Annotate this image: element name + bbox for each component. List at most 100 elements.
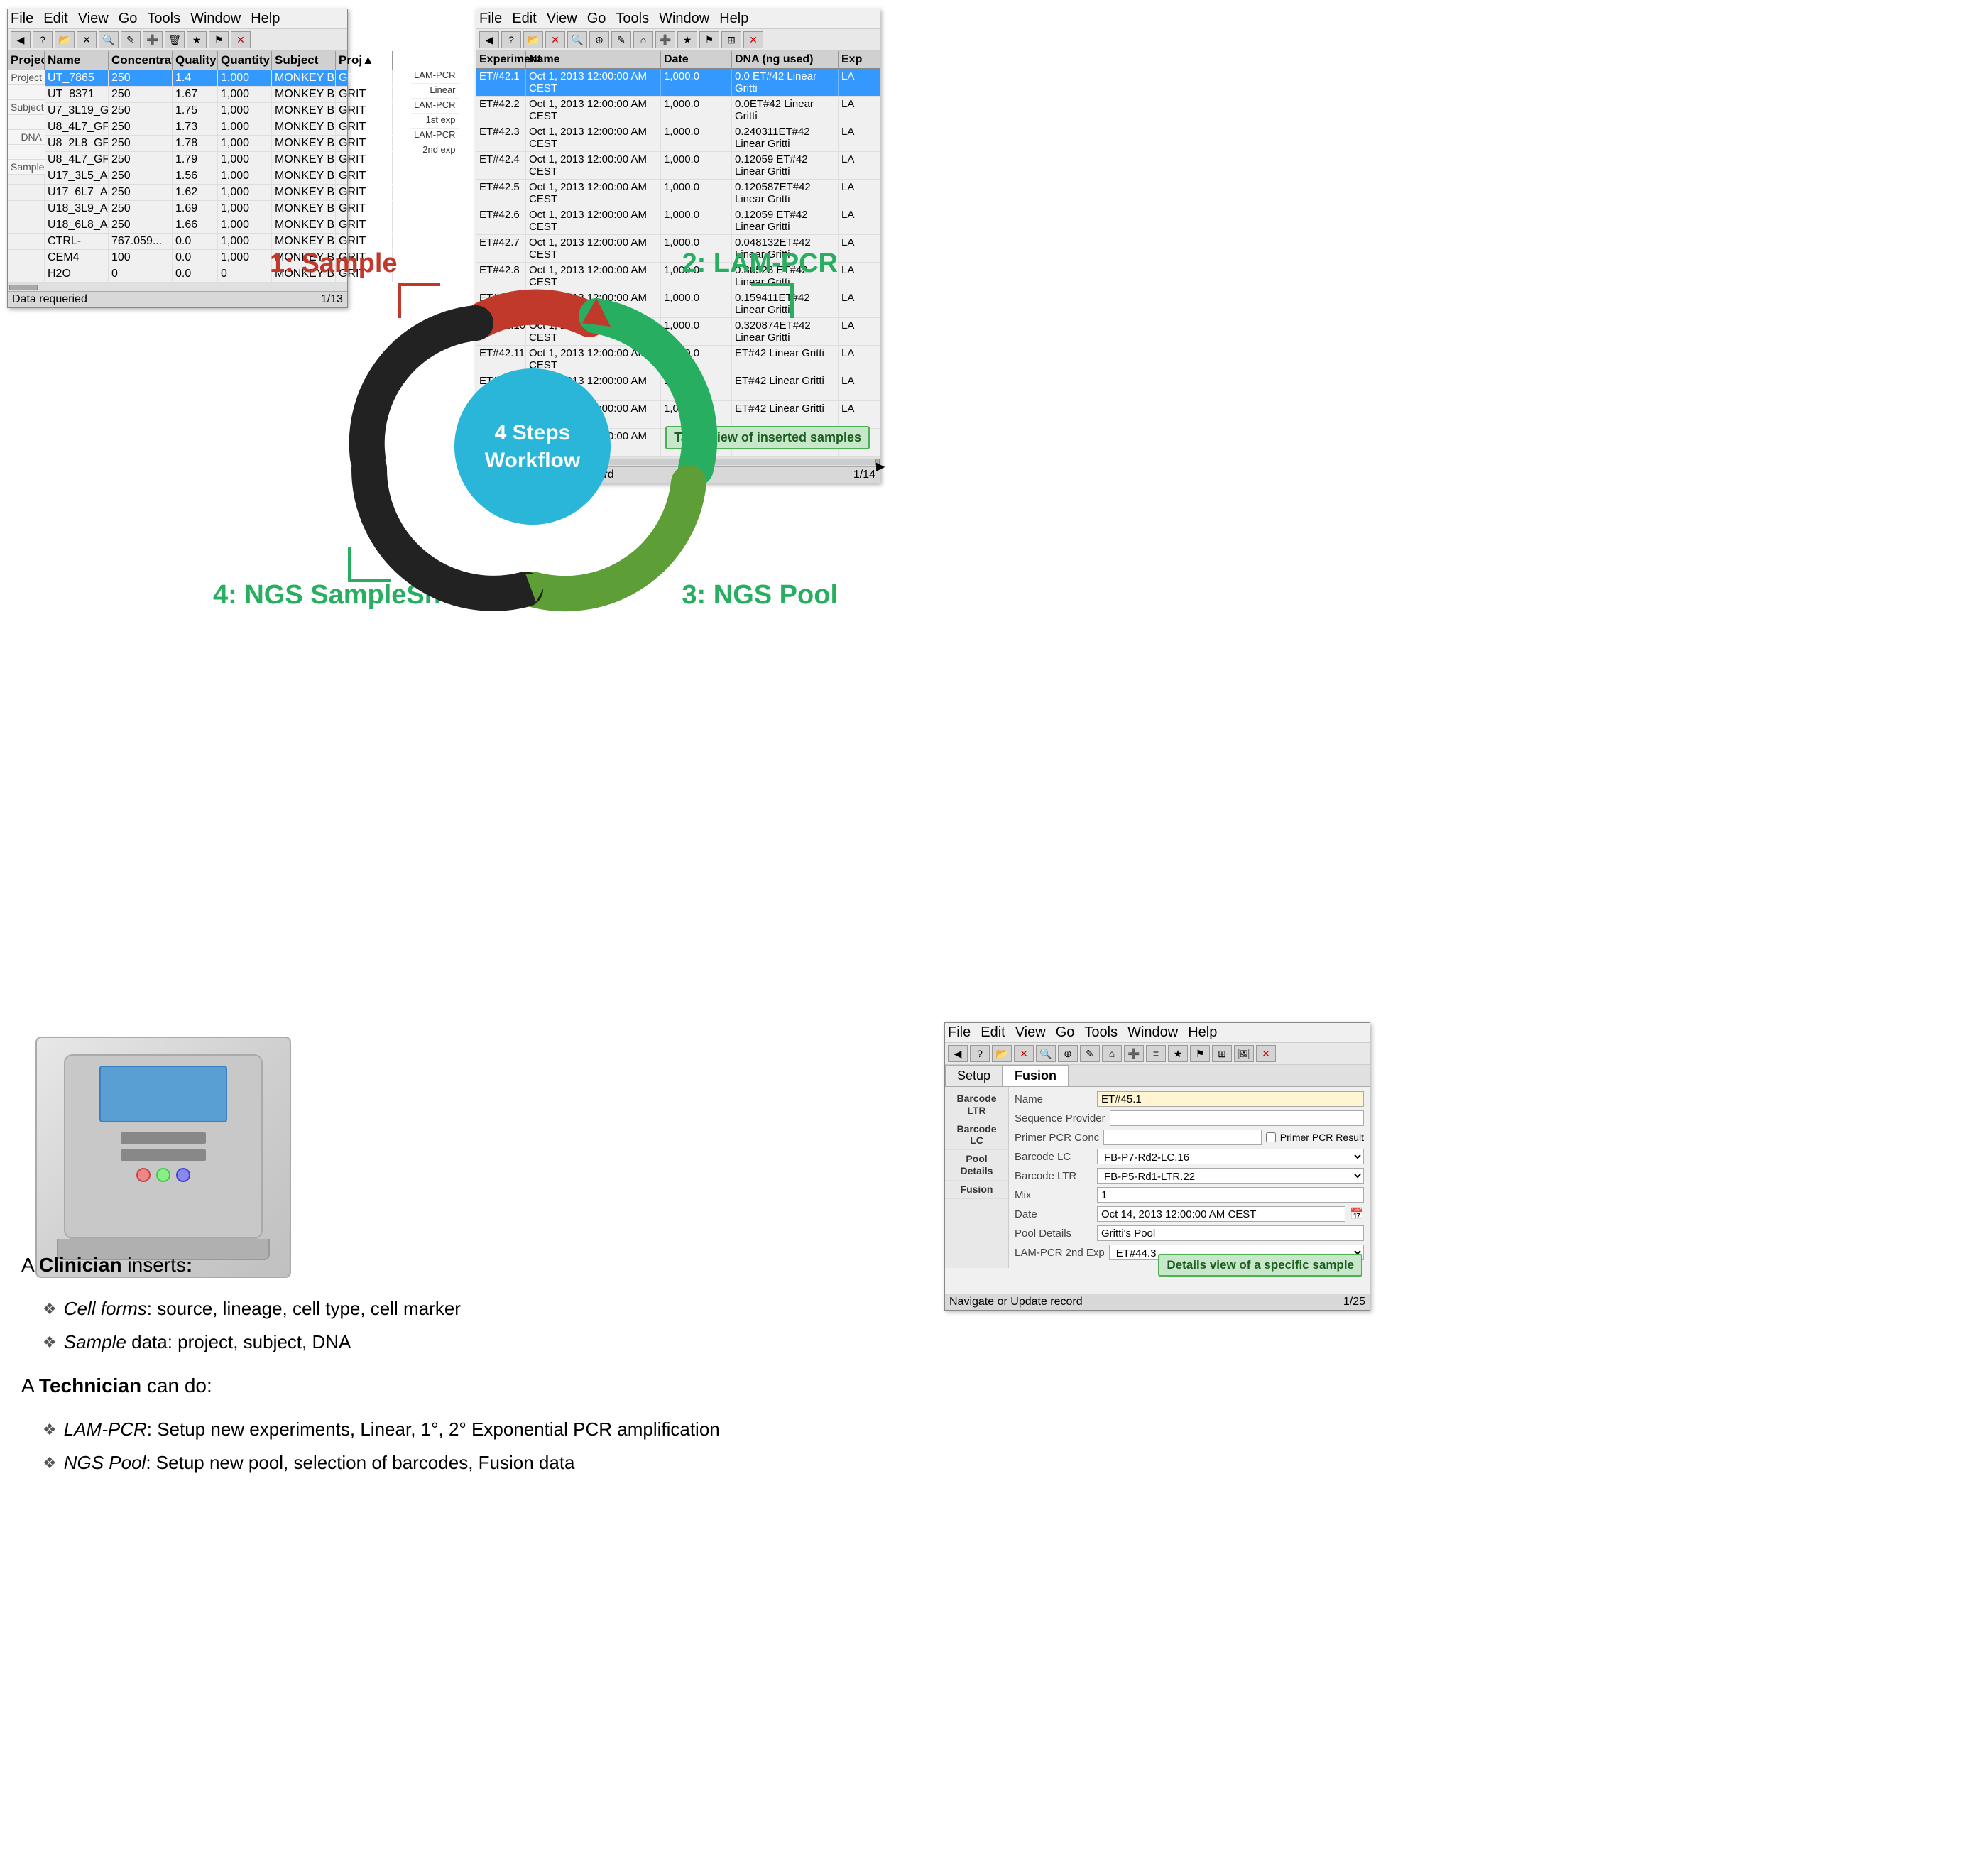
star-btn[interactable]: ★ — [187, 31, 207, 48]
menu-go-br[interactable]: Go — [1056, 1024, 1075, 1041]
table-row-tr[interactable]: ET#42.3 Oct 1, 2013 12:00:00 AM CEST 1,0… — [476, 124, 880, 152]
input-seq-provider[interactable] — [1110, 1110, 1364, 1126]
delete-btn[interactable]: 🗑 — [165, 31, 185, 48]
open-btn[interactable]: 📂 — [55, 31, 75, 48]
table-row-tr[interactable]: ET#42.1 Oct 1, 2013 12:00:00 AM CEST 1,0… — [476, 69, 880, 97]
menu-help-br[interactable]: Help — [1188, 1024, 1217, 1041]
search-btn-br[interactable]: 🔍 — [1036, 1045, 1056, 1062]
table-row-tr[interactable]: ET#42.2 Oct 1, 2013 12:00:00 AM CEST 1,0… — [476, 97, 880, 124]
search-btn-tr[interactable]: 🔍 — [567, 31, 587, 48]
input-primer-pcr-conc[interactable] — [1103, 1130, 1262, 1145]
edit-btn[interactable]: ✎ — [121, 31, 141, 48]
add-btn[interactable]: ➕ — [143, 31, 163, 48]
close2-btn-tr[interactable]: ✕ — [743, 31, 763, 48]
menu-go[interactable]: Go — [119, 11, 138, 27]
table-row[interactable]: U18_3L9_ARSA 250 1.69 1,000 MONKEY BRAIN… — [8, 201, 347, 217]
close2-btn-br[interactable]: ✕ — [1256, 1045, 1276, 1062]
menu-tools-br[interactable]: Tools — [1084, 1024, 1118, 1041]
edit-btn-br[interactable]: ✎ — [1080, 1045, 1100, 1062]
add-btn-br[interactable]: ➕ — [1124, 1045, 1144, 1062]
checkbox-primer-pcr-result[interactable] — [1266, 1132, 1276, 1142]
help-btn[interactable]: ? — [33, 31, 53, 48]
layout-btn-tr[interactable]: ⊞ — [721, 31, 741, 48]
form-row-primer-pcr-conc: Primer PCR Conc Primer PCR Result — [1015, 1130, 1364, 1145]
table-row[interactable]: U18_6L8_ARSA 250 1.66 1,000 MONKEY BRAIN… — [8, 217, 347, 234]
home-btn-tr[interactable]: ⌂ — [633, 31, 653, 48]
exp-label-2nd: 2nd exp — [411, 143, 459, 158]
layout-btn-br[interactable]: ⊞ — [1212, 1045, 1232, 1062]
cell-proj2: GRIT — [336, 201, 393, 217]
calendar-icon[interactable]: 📅 — [1350, 1207, 1364, 1221]
open-btn-tr[interactable]: 📂 — [523, 31, 543, 48]
menu-window-tr[interactable]: Window — [659, 11, 709, 27]
table-row-tr[interactable]: ET#42.4 Oct 1, 2013 12:00:00 AM CEST 1,0… — [476, 152, 880, 180]
menu-tools-tr[interactable]: Tools — [616, 11, 649, 27]
flag-btn-br[interactable]: ⚑ — [1190, 1045, 1210, 1062]
close-btn-br[interactable]: ✕ — [1014, 1045, 1034, 1062]
help-btn-br[interactable]: ? — [970, 1045, 990, 1062]
menu-file-br[interactable]: File — [948, 1024, 971, 1041]
input-date[interactable] — [1097, 1206, 1345, 1222]
save-btn[interactable]: ✕ — [77, 31, 97, 48]
open-btn-br[interactable]: 📂 — [992, 1045, 1012, 1062]
rl-sample: Sample — [8, 160, 45, 175]
menu-view[interactable]: View — [78, 11, 109, 27]
table-row-tr[interactable]: ET#42.5 Oct 1, 2013 12:00:00 AM CEST 1,0… — [476, 180, 880, 207]
help-btn-tr[interactable]: ? — [501, 31, 521, 48]
table-row[interactable]: U8_4L7_GFP 250 1.73 1,000 MONKEY BRAIN L… — [8, 119, 347, 136]
menu-window[interactable]: Window — [190, 11, 241, 27]
menu-tools[interactable]: Tools — [147, 11, 180, 27]
table-row[interactable]: UT_7865 250 1.4 1,000 MONKEY BRAIN LV TR… — [8, 70, 347, 87]
cell-subj: MONKEY BRAIN LV TREATED 1... — [272, 217, 336, 233]
cell-barcode: 0.12059 ET#42 Linear Gritti — [732, 207, 839, 234]
table-row[interactable]: U17_6L7_ARSA 250 1.62 1,000 MONKEY BRAIN… — [8, 185, 347, 201]
zoom-btn-br[interactable]: ⊕ — [1058, 1045, 1078, 1062]
table-header-tr: Experiment Name Date DNA (ng used) Exp — [476, 51, 880, 69]
menu-go-tr[interactable]: Go — [587, 11, 606, 27]
nav-back-btn[interactable]: ◀ — [11, 31, 31, 48]
h-scrollbar-right-btn[interactable]: ▶ — [875, 459, 880, 466]
table-row[interactable]: U8_4L7_GFP 250 1.79 1,000 MONKEY BRAIN L… — [8, 152, 347, 168]
col-subject: Subject — [272, 51, 336, 70]
star-btn-br[interactable]: ★ — [1168, 1045, 1188, 1062]
input-name[interactable] — [1097, 1091, 1364, 1107]
table-row[interactable]: U17_3L5_ARSA 250 1.56 1,000 MONKEY BRAIN… — [8, 168, 347, 185]
input-pool-details[interactable] — [1097, 1225, 1364, 1241]
close-btn-tr[interactable]: ✕ — [545, 31, 565, 48]
menu-view-br[interactable]: View — [1015, 1024, 1046, 1041]
h-scrollbar-thumb-tl[interactable] — [9, 285, 38, 290]
flag-btn[interactable]: ⚑ — [209, 31, 229, 48]
tab-setup[interactable]: Setup — [945, 1065, 1003, 1086]
nav-back-btn-tr[interactable]: ◀ — [479, 31, 499, 48]
menu-file[interactable]: File — [11, 11, 33, 27]
star-btn-tr[interactable]: ★ — [677, 31, 697, 48]
table-row[interactable]: U8_2L8_GFP 250 1.78 1,000 MONKEY BRAIN L… — [8, 136, 347, 152]
img-btn-br[interactable]: 🖼 — [1234, 1045, 1254, 1062]
table-row[interactable]: U7_3L19_GFP 250 1.75 1,000 MONKEY BRAIN … — [8, 103, 347, 119]
menu-window-br[interactable]: Window — [1127, 1024, 1178, 1041]
input-mix[interactable] — [1097, 1187, 1364, 1203]
menu-help[interactable]: Help — [251, 11, 280, 27]
menu-edit-br[interactable]: Edit — [981, 1024, 1005, 1041]
search-btn[interactable]: 🔍 — [99, 31, 119, 48]
menu-help-tr[interactable]: Help — [719, 11, 748, 27]
menu-file-tr[interactable]: File — [479, 11, 502, 27]
list-btn-br[interactable]: ≡ — [1146, 1045, 1166, 1062]
tab-fusion[interactable]: Fusion — [1003, 1065, 1069, 1086]
select-barcode-lc[interactable]: FB-P7-Rd2-LC.16 — [1097, 1149, 1364, 1164]
close-btn[interactable]: ✕ — [231, 31, 251, 48]
menu-view-tr[interactable]: View — [547, 11, 577, 27]
zoom-btn-tr[interactable]: ⊕ — [589, 31, 609, 48]
back-btn-br[interactable]: ◀ — [948, 1045, 968, 1062]
menu-edit[interactable]: Edit — [43, 11, 67, 27]
home-btn-br[interactable]: ⌂ — [1102, 1045, 1122, 1062]
flag-btn-tr[interactable]: ⚑ — [699, 31, 719, 48]
menu-edit-tr[interactable]: Edit — [512, 11, 536, 27]
status-left-br: Navigate or Update record — [949, 1296, 1083, 1308]
add-btn-tr[interactable]: ➕ — [655, 31, 675, 48]
table-row-tr[interactable]: ET#42.6 Oct 1, 2013 12:00:00 AM CEST 1,0… — [476, 207, 880, 235]
table-row[interactable]: UT_8371 250 1.67 1,000 MONKEY BRAIN LV T… — [8, 87, 347, 103]
cell-name-tr: Oct 1, 2013 12:00:00 AM CEST — [526, 124, 661, 151]
edit-btn-tr[interactable]: ✎ — [611, 31, 631, 48]
select-barcode-ltr[interactable]: FB-P5-Rd1-LTR.22 — [1097, 1168, 1364, 1184]
